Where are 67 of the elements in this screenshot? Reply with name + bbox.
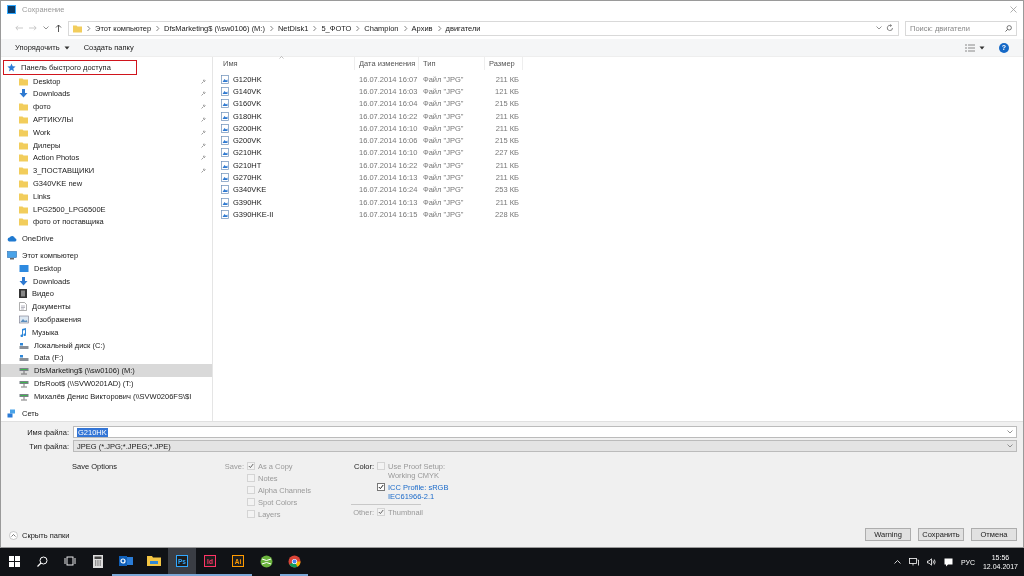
image-file-icon <box>221 148 229 158</box>
task-view-icon <box>64 556 76 566</box>
speaker-icon <box>926 558 936 566</box>
folder-icon <box>147 555 161 567</box>
refresh-icon <box>886 24 894 32</box>
monitor-icon <box>7 251 17 261</box>
browser-icon <box>287 554 301 568</box>
download-icon <box>19 89 28 99</box>
dropdown-icon <box>876 26 882 30</box>
network-icon <box>7 408 17 418</box>
download-icon <box>19 276 28 286</box>
document-icon <box>19 302 27 312</box>
notification-icon <box>943 557 953 567</box>
forward-arrow-icon <box>29 25 37 31</box>
star-icon <box>7 62 16 72</box>
chevron-icon <box>436 24 442 32</box>
image-file-icon <box>221 160 229 170</box>
close-icon <box>1010 6 1017 13</box>
caret-icon <box>979 45 985 50</box>
mail-app-icon <box>119 555 133 567</box>
drive-icon <box>19 340 29 350</box>
image-file-icon <box>221 209 229 219</box>
image-file-icon <box>221 74 229 84</box>
checkbox[interactable] <box>377 483 385 491</box>
image-file-icon <box>221 197 229 207</box>
network-drive-icon <box>19 379 29 388</box>
cloud-icon <box>7 234 17 244</box>
image-file-icon <box>221 123 229 133</box>
folder-icon <box>73 23 82 33</box>
search-icon <box>36 555 48 567</box>
dropdown-icon <box>1007 430 1013 434</box>
network-drive-icon <box>19 391 29 401</box>
chevron-icon <box>312 24 318 32</box>
desktop-icon <box>19 263 29 273</box>
network-icon <box>908 558 919 566</box>
ball-icon <box>259 554 273 568</box>
caret-icon <box>63 45 70 50</box>
collapse-icon <box>9 531 18 540</box>
image-file-icon <box>221 173 229 182</box>
view-list-icon <box>965 43 975 52</box>
image-file-icon <box>221 99 229 109</box>
chevron-icon <box>402 24 408 32</box>
chevron-icon <box>355 24 361 32</box>
chevron-icon <box>86 24 91 32</box>
image-file-icon <box>221 86 229 96</box>
image-file-icon <box>221 136 229 146</box>
up-button[interactable] <box>55 24 62 32</box>
drive-icon <box>19 353 29 363</box>
dropdown-icon <box>43 26 49 30</box>
network-drive-icon <box>19 366 29 376</box>
image-file-icon <box>221 185 229 195</box>
image-file-icon <box>221 111 229 121</box>
view-menu[interactable] <box>965 43 985 52</box>
image-icon <box>19 315 29 325</box>
chevron-up-icon <box>893 560 901 564</box>
music-icon <box>19 327 27 337</box>
app-icon <box>7 5 16 14</box>
back-arrow-icon <box>15 25 23 31</box>
folder-icon <box>19 76 28 86</box>
chevron-icon <box>155 24 161 32</box>
up-arrow-icon <box>55 24 62 32</box>
windows-logo-icon <box>8 555 20 567</box>
dropdown-icon <box>1007 444 1013 448</box>
film-icon <box>19 289 27 299</box>
calculator-icon <box>93 554 103 568</box>
search-icon <box>1005 24 1012 32</box>
chevron-icon <box>268 24 274 32</box>
